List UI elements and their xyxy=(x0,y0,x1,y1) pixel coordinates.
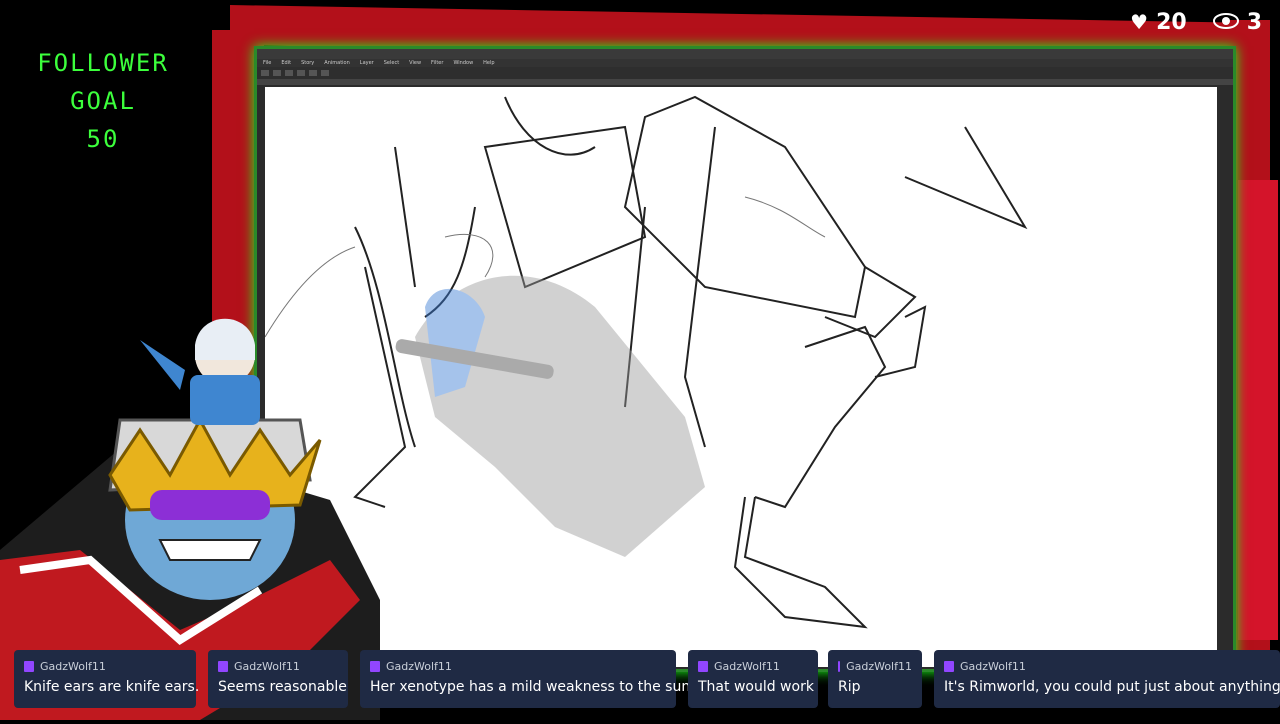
follower-goal: FOLLOWER GOAL 50 xyxy=(18,44,188,158)
menu-select[interactable]: Select xyxy=(384,59,399,67)
twitch-icon xyxy=(838,661,841,672)
follower-goal-line2: GOAL xyxy=(70,87,136,115)
menu-edit[interactable]: Edit xyxy=(281,59,291,67)
chat-bar: GadzWolf11 Knife ears are knife ears. Ga… xyxy=(0,650,1280,710)
chat-text: Knife ears are knife ears. xyxy=(24,679,200,695)
menu-layer[interactable]: Layer xyxy=(360,59,374,67)
menu-view[interactable]: View xyxy=(409,59,421,67)
menu-filter[interactable]: Filter xyxy=(431,59,443,67)
tab-ruler xyxy=(257,79,1233,85)
menu-animation[interactable]: Animation xyxy=(324,59,350,67)
twitch-icon xyxy=(944,661,954,672)
twitch-icon xyxy=(218,661,228,672)
toolbar xyxy=(257,67,1233,79)
chat-text: Seems reasonable xyxy=(218,679,347,695)
chat-text: It's Rimworld, you could put just about … xyxy=(944,679,1280,695)
twitch-icon xyxy=(24,661,34,672)
chat-username: GadzWolf11 xyxy=(846,660,912,673)
menu-bar: File Edit Story Animation Layer Select V… xyxy=(257,59,1233,67)
chat-username: GadzWolf11 xyxy=(386,660,452,673)
menu-help[interactable]: Help xyxy=(483,59,494,67)
menu-story[interactable]: Story xyxy=(301,59,314,67)
chat-message: GadzWolf11 Her xenotype has a mild weakn… xyxy=(360,650,691,708)
heart-icon: ♥ xyxy=(1130,10,1149,34)
twitch-icon xyxy=(370,661,380,672)
twitch-icon xyxy=(698,661,708,672)
chat-text: Rip xyxy=(838,679,861,695)
chat-message: GadzWolf11 Knife ears are knife ears. xyxy=(14,650,200,708)
menu-window[interactable]: Window xyxy=(453,59,473,67)
chat-message: GadzWolf11 It's Rimworld, you could put … xyxy=(934,650,1280,708)
menu-file[interactable]: File xyxy=(263,59,271,67)
window-titlebar xyxy=(257,49,1233,59)
chat-text: Her xenotype has a mild weakness to the … xyxy=(370,679,691,695)
chat-username: GadzWolf11 xyxy=(234,660,300,673)
chat-message: GadzWolf11 That would work xyxy=(688,650,818,708)
overlay-red-frame-right-2 xyxy=(1238,180,1278,640)
tool-save-icon[interactable] xyxy=(285,70,293,76)
tool-transform-icon[interactable] xyxy=(321,70,329,76)
stream-stats: ♥ 20 3 xyxy=(1130,6,1280,38)
follower-goal-count: 50 xyxy=(86,125,120,153)
follower-goal-line1: FOLLOWER xyxy=(37,49,169,77)
chat-message: GadzWolf11 Seems reasonable xyxy=(208,650,348,708)
chat-username: GadzWolf11 xyxy=(40,660,106,673)
chat-username: GadzWolf11 xyxy=(714,660,780,673)
eye-icon xyxy=(1212,10,1239,34)
tool-new-icon[interactable] xyxy=(261,70,269,76)
tool-undo-icon[interactable] xyxy=(297,70,305,76)
tool-redo-icon[interactable] xyxy=(309,70,317,76)
viewers-count: 3 xyxy=(1246,9,1262,35)
likes-count: 20 xyxy=(1156,9,1187,35)
drawing-app-window: File Edit Story Animation Layer Select V… xyxy=(254,46,1236,672)
tool-open-icon[interactable] xyxy=(273,70,281,76)
chat-username: GadzWolf11 xyxy=(960,660,1026,673)
chat-message: GadzWolf11 Rip xyxy=(828,650,922,708)
chat-text: That would work xyxy=(698,679,814,695)
sketch-artwork xyxy=(265,95,1028,629)
drawing-canvas[interactable] xyxy=(265,87,1217,667)
